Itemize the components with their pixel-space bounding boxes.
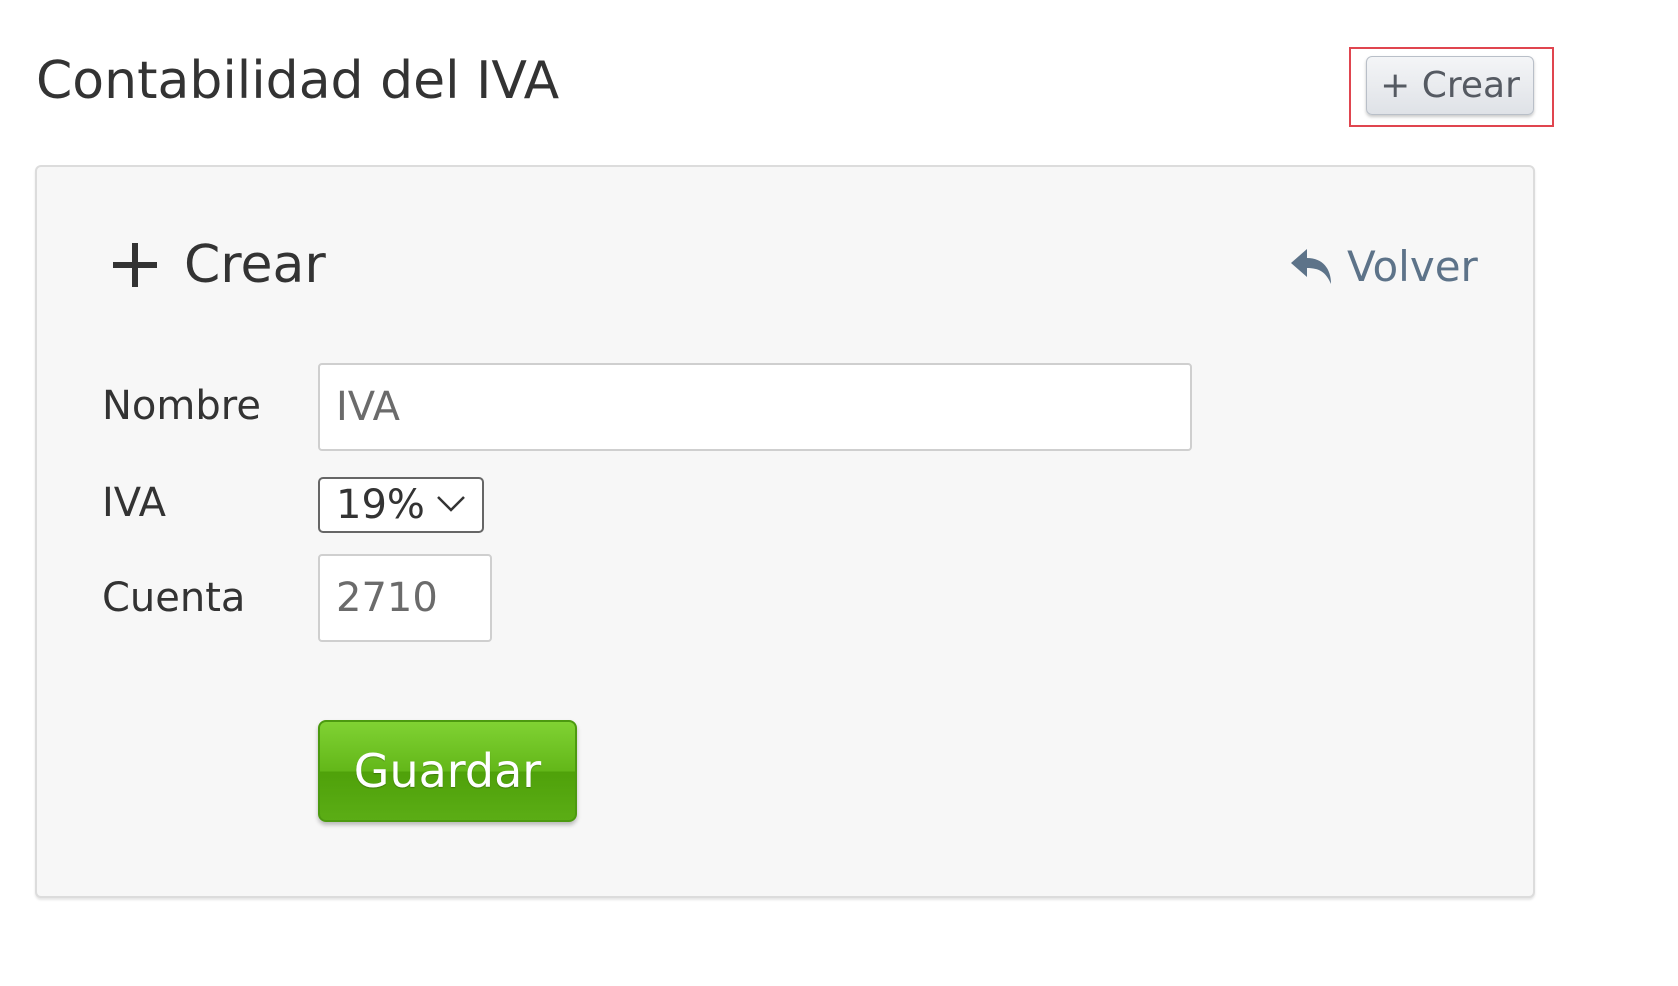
back-link[interactable]: Volver [1289, 239, 1478, 295]
save-button[interactable]: Guardar [318, 720, 577, 822]
create-form-panel: Crear Volver Nombre IVA 19% Cuenta Guard… [35, 165, 1535, 898]
back-link-label: Volver [1347, 242, 1478, 291]
iva-select-value: 19% [336, 482, 425, 528]
chevron-down-icon [437, 496, 465, 512]
cuenta-label: Cuenta [102, 575, 246, 621]
plus-icon [113, 243, 157, 287]
nombre-label: Nombre [102, 383, 261, 429]
page-title: Contabilidad del IVA [36, 51, 560, 111]
iva-select[interactable]: 19% [318, 477, 484, 533]
form-heading-title: Crear [184, 235, 326, 295]
form-heading: Crear [113, 232, 326, 298]
reply-arrow-icon [1291, 249, 1331, 284]
create-button[interactable]: + Crear [1366, 56, 1534, 115]
nombre-input[interactable] [318, 363, 1192, 451]
cuenta-input[interactable] [318, 554, 492, 642]
iva-label: IVA [102, 480, 166, 526]
